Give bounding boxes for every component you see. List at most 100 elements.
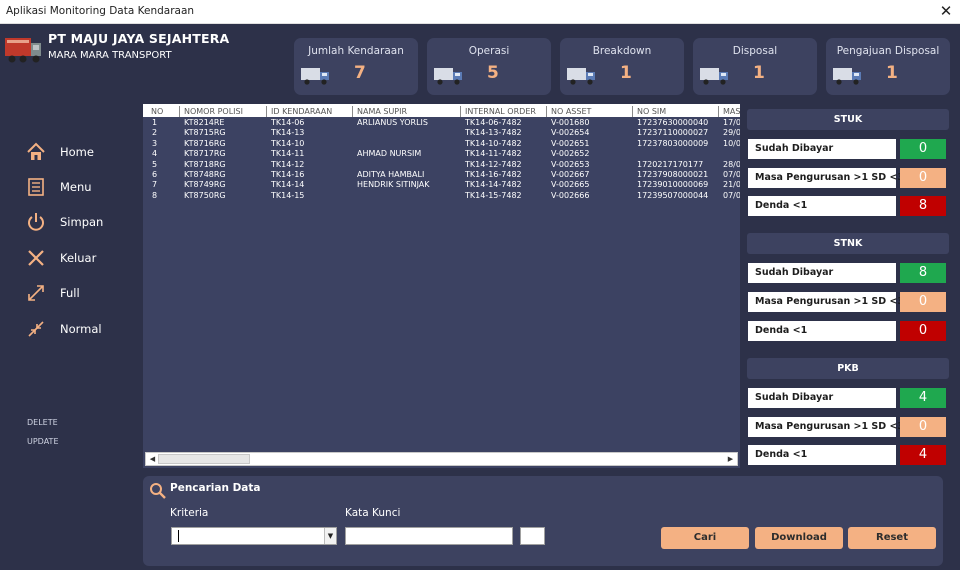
cell-nomor-polisi: KT8716RG (184, 138, 226, 148)
cell-no-sim: 17237803000009 (637, 138, 709, 148)
cell-no-asset: V-002654 (551, 128, 590, 138)
cell-masa: 17/0 (723, 118, 740, 127)
card-label: Breakdown (592, 45, 652, 57)
column-header[interactable]: NO (147, 106, 163, 117)
nav-full[interactable]: Full (26, 283, 146, 307)
column-header[interactable]: NOMOR POLISI (179, 106, 243, 117)
cell-nama-supir: ADITYA HAMBALI (357, 170, 425, 179)
cell-nomor-polisi: KT8718RG (184, 159, 226, 169)
scrollbar-thumb[interactable] (158, 454, 250, 464)
kata-kunci-input[interactable] (345, 527, 513, 545)
cell-internal-order: TK14-14-7482 (465, 180, 522, 190)
cell-masa: 28/0 (723, 159, 740, 169)
cell-nomor-polisi: KT8750RG (184, 190, 226, 200)
card-value: 1 (620, 63, 632, 83)
cell-nomor-polisi: KT8749RG (184, 180, 226, 190)
kriteria-dropdown[interactable]: ▼ (171, 527, 337, 545)
cell-no-sim: 1720217170177 (637, 159, 704, 169)
close-icon[interactable]: ✕ (938, 2, 954, 20)
card-label: Operasi (468, 45, 510, 57)
close-icon (28, 250, 44, 266)
card-value: 5 (487, 63, 499, 83)
cell-no-sim: 17237630000040 (637, 118, 709, 127)
scroll-right-icon[interactable]: ▶ (725, 454, 736, 465)
table-row[interactable]: 4 KT8717RG TK14-11 AHMAD NURSIM TK14-11-… (143, 149, 740, 159)
table-row[interactable]: 8 KT8750RG TK14-15 TK14-15-7482 V-002666… (143, 191, 740, 201)
table-row[interactable]: 7 KT8749RG TK14-14 HENDRIK SITINJAK TK14… (143, 180, 740, 190)
stnk-sudah-dibayar-label: Sudah Dibayar (748, 263, 896, 283)
card-value: 7 (354, 63, 366, 83)
card-operasi: Operasi 5 (427, 38, 551, 95)
cell-masa: 29/0 (723, 128, 740, 138)
nav-normal[interactable]: Normal (26, 319, 146, 343)
nav-full-label: Full (60, 286, 80, 300)
cell-no-asset: V-002666 (551, 190, 590, 200)
download-button[interactable]: Download (755, 527, 843, 549)
card-label: Jumlah Kendaraan (308, 45, 404, 57)
card-label: Pengajuan Disposal (836, 45, 940, 57)
update-link[interactable]: UPDATE (27, 437, 59, 446)
column-header[interactable]: NO SIM (632, 106, 666, 117)
search-icon (150, 483, 166, 499)
cell-no-sim: 17237110000027 (637, 128, 709, 138)
delete-link[interactable]: DELETE (27, 418, 58, 427)
window-titlebar: Aplikasi Monitoring Data Kendaraan ✕ (0, 0, 960, 24)
stnk-denda-value: 0 (900, 321, 946, 341)
column-header[interactable]: MAS (718, 106, 740, 117)
vehicle-table[interactable]: NO NOMOR POLISI ID KENDARAAN NAMA SUPIR … (143, 104, 740, 468)
cell-id-kendaraan: TK14-12 (271, 159, 305, 169)
table-row[interactable]: 6 KT8748RG TK14-16 ADITYA HAMBALI TK14-1… (143, 170, 740, 180)
cell-nomor-polisi: KT8214RE (184, 118, 225, 127)
nav-home[interactable]: Home (26, 142, 146, 166)
column-header[interactable]: NO ASSET (546, 106, 591, 117)
reset-button[interactable]: Reset (848, 527, 936, 549)
section-title-pkb: PKB (747, 358, 949, 379)
column-header[interactable]: NAMA SUPIR (352, 106, 407, 117)
cell-no-sim: 17239010000069 (637, 180, 709, 190)
cell-no-asset: V-001680 (551, 118, 590, 127)
stnk-sudah-dibayar-value: 8 (900, 263, 946, 283)
stuk-denda-value: 8 (900, 196, 946, 216)
nav-simpan[interactable]: Simpan (26, 212, 146, 236)
extra-input[interactable] (520, 527, 545, 545)
cell-no: 4 (152, 149, 158, 159)
cell-internal-order: TK14-06-7482 (465, 118, 522, 127)
truck-icon (700, 68, 728, 85)
cari-button[interactable]: Cari (661, 527, 749, 549)
table-row[interactable]: 1 KT8214RE TK14-06 ARLIANUS YORLIS TK14-… (143, 118, 740, 128)
scroll-left-icon[interactable]: ◀ (147, 454, 158, 465)
truck-icon (567, 68, 595, 85)
cell-internal-order: TK14-15-7482 (465, 190, 522, 200)
search-title: Pencarian Data (170, 482, 261, 494)
window-title: Aplikasi Monitoring Data Kendaraan (6, 5, 195, 17)
nav-keluar[interactable]: Keluar (26, 248, 146, 272)
cell-id-kendaraan: TK14-14 (271, 180, 305, 190)
cell-internal-order: TK14-10-7482 (465, 138, 522, 148)
pkb-sudah-dibayar-value: 4 (900, 388, 946, 408)
cell-id-kendaraan: TK14-16 (271, 170, 305, 179)
stuk-masa-pengurusan-label: Masa Pengurusan >1 SD <30 (748, 168, 911, 188)
cell-internal-order: TK14-13-7482 (465, 128, 522, 138)
cell-nama-supir: HENDRIK SITINJAK (357, 180, 430, 190)
nav-menu[interactable]: Menu (26, 177, 146, 201)
cell-no: 1 (152, 118, 158, 127)
card-pengajuan-disposal: Pengajuan Disposal 1 (826, 38, 950, 95)
table-header: NO NOMOR POLISI ID KENDARAAN NAMA SUPIR … (143, 104, 740, 117)
stuk-sudah-dibayar-value: 0 (900, 139, 946, 159)
cell-no: 7 (152, 180, 158, 190)
table-row[interactable]: 3 KT8716RG TK14-10 TK14-10-7482 V-002651… (143, 139, 740, 149)
column-header[interactable]: INTERNAL ORDER (460, 106, 536, 117)
column-header[interactable]: ID KENDARAAN (266, 106, 332, 117)
chevron-down-icon[interactable]: ▼ (324, 528, 336, 544)
table-horizontal-scrollbar[interactable]: ◀ ▶ (145, 452, 738, 466)
table-row[interactable]: 5 KT8718RG TK14-12 TK14-12-7482 V-002653… (143, 160, 740, 170)
home-icon (27, 142, 45, 160)
cell-id-kendaraan: TK14-11 (271, 149, 305, 159)
table-row[interactable]: 2 KT8715RG TK14-13 TK14-13-7482 V-002654… (143, 128, 740, 138)
stuk-denda-label: Denda <1 (748, 196, 896, 216)
cell-no: 3 (152, 138, 158, 148)
cell-internal-order: TK14-16-7482 (465, 170, 522, 179)
truck-icon (833, 68, 861, 85)
card-value: 1 (886, 63, 898, 83)
nav-keluar-label: Keluar (60, 251, 97, 265)
